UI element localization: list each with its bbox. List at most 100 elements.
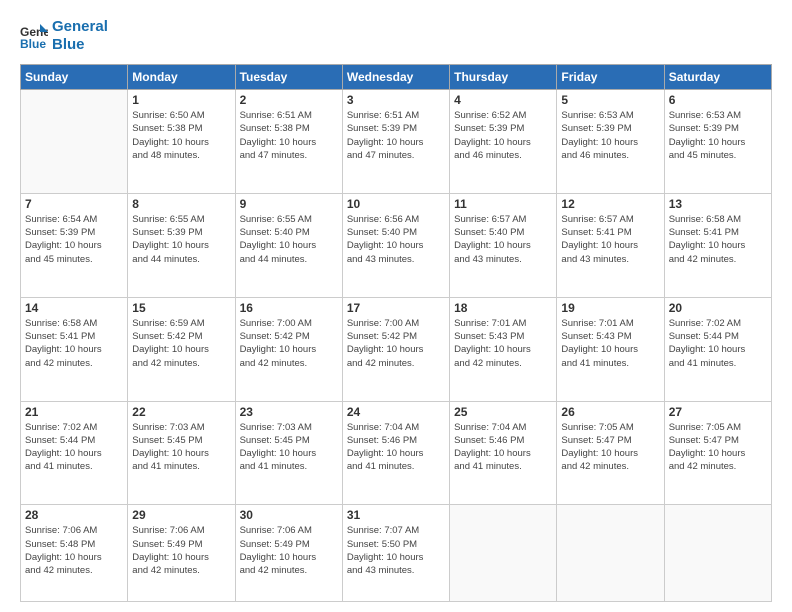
day-number: 3 — [347, 93, 445, 107]
day-info: Sunrise: 7:07 AM Sunset: 5:50 PM Dayligh… — [347, 524, 445, 577]
day-cell: 16Sunrise: 7:00 AM Sunset: 5:42 PM Dayli… — [235, 297, 342, 401]
day-number: 17 — [347, 301, 445, 315]
day-cell: 22 Sunrise: 7:03 AM Sunset: 5:45 PM Dayli… — [128, 401, 235, 505]
logo-text: GeneralBlue — [52, 18, 108, 54]
day-cell: 31 Sunrise: 7:07 AM Sunset: 5:50 PM Dayli… — [342, 505, 449, 602]
day-number: 15 — [132, 301, 230, 315]
day-cell: 2 Sunrise: 6:51 AM Sunset: 5:38 PM Daylig… — [235, 90, 342, 194]
day-cell: 13 Sunrise: 6:58 AM Sunset: 5:41 PM Dayli… — [664, 193, 771, 297]
day-number: 18 — [454, 301, 552, 315]
day-number: 2 — [240, 93, 338, 107]
day-number: 19 — [561, 301, 659, 315]
day-info: Sunrise: 7:03 AM Sunset: 5:45 PM Dayligh… — [132, 421, 230, 474]
day-info: Sunrise: 7:05 AM Sunset: 5:47 PM Dayligh… — [669, 421, 767, 474]
day-info: Sunrise: 7:06 AM Sunset: 5:48 PM Dayligh… — [25, 524, 123, 577]
day-number: 30 — [240, 508, 338, 522]
day-cell: 9 Sunrise: 6:55 AM Sunset: 5:40 PM Daylig… — [235, 193, 342, 297]
day-info: Sunrise: 6:51 AM Sunset: 5:39 PM Dayligh… — [347, 109, 445, 162]
day-number: 14 — [25, 301, 123, 315]
week-row-1: 1 Sunrise: 6:50 AM Sunset: 5:38 PM Daylig… — [21, 90, 772, 194]
day-info: Sunrise: 7:03 AM Sunset: 5:45 PM Dayligh… — [240, 421, 338, 474]
day-info: Sunrise: 6:58 AM Sunset: 5:41 PM Dayligh… — [669, 213, 767, 266]
day-cell: 1 Sunrise: 6:50 AM Sunset: 5:38 PM Daylig… — [128, 90, 235, 194]
day-number: 13 — [669, 197, 767, 211]
day-cell: 10 Sunrise: 6:56 AM Sunset: 5:40 PM Dayli… — [342, 193, 449, 297]
logo-icon: General Blue — [20, 22, 48, 50]
day-info: Sunrise: 6:51 AM Sunset: 5:38 PM Dayligh… — [240, 109, 338, 162]
day-info: Sunrise: 6:52 AM Sunset: 5:39 PM Dayligh… — [454, 109, 552, 162]
day-info: Sunrise: 6:50 AM Sunset: 5:38 PM Dayligh… — [132, 109, 230, 162]
day-number: 28 — [25, 508, 123, 522]
day-cell — [450, 505, 557, 602]
day-cell — [557, 505, 664, 602]
day-number: 27 — [669, 405, 767, 419]
weekday-header-sunday: Sunday — [21, 65, 128, 90]
day-number: 26 — [561, 405, 659, 419]
header: General Blue GeneralBlue — [20, 18, 772, 54]
day-number: 5 — [561, 93, 659, 107]
day-number: 31 — [347, 508, 445, 522]
day-cell: 15 Sunrise: 6:59 AM Sunset: 5:42 PM Dayli… — [128, 297, 235, 401]
day-cell: 5 Sunrise: 6:53 AM Sunset: 5:39 PM Daylig… — [557, 90, 664, 194]
day-cell: 20Sunrise: 7:02 AM Sunset: 5:44 PM Dayli… — [664, 297, 771, 401]
day-cell: 12Sunrise: 6:57 AM Sunset: 5:41 PM Dayli… — [557, 193, 664, 297]
day-number: 29 — [132, 508, 230, 522]
day-number: 24 — [347, 405, 445, 419]
day-info: Sunrise: 6:53 AM Sunset: 5:39 PM Dayligh… — [669, 109, 767, 162]
day-cell — [664, 505, 771, 602]
svg-text:Blue: Blue — [20, 37, 46, 50]
day-number: 7 — [25, 197, 123, 211]
day-info: Sunrise: 7:01 AM Sunset: 5:43 PM Dayligh… — [454, 317, 552, 370]
day-cell: 29 Sunrise: 7:06 AM Sunset: 5:49 PM Dayli… — [128, 505, 235, 602]
day-info: Sunrise: 7:04 AM Sunset: 5:46 PM Dayligh… — [454, 421, 552, 474]
day-info: Sunrise: 7:02 AM Sunset: 5:44 PM Dayligh… — [669, 317, 767, 370]
day-info: Sunrise: 6:58 AM Sunset: 5:41 PM Dayligh… — [25, 317, 123, 370]
day-cell: 8Sunrise: 6:55 AM Sunset: 5:39 PM Daylig… — [128, 193, 235, 297]
day-number: 6 — [669, 93, 767, 107]
day-info: Sunrise: 7:06 AM Sunset: 5:49 PM Dayligh… — [132, 524, 230, 577]
day-info: Sunrise: 6:57 AM Sunset: 5:40 PM Dayligh… — [454, 213, 552, 266]
day-cell: 25 Sunrise: 7:04 AM Sunset: 5:46 PM Dayli… — [450, 401, 557, 505]
day-number: 25 — [454, 405, 552, 419]
day-cell: 6 Sunrise: 6:53 AM Sunset: 5:39 PM Daylig… — [664, 90, 771, 194]
weekday-header-thursday: Thursday — [450, 65, 557, 90]
day-cell: 19Sunrise: 7:01 AM Sunset: 5:43 PM Dayli… — [557, 297, 664, 401]
day-number: 23 — [240, 405, 338, 419]
day-info: Sunrise: 7:02 AM Sunset: 5:44 PM Dayligh… — [25, 421, 123, 474]
day-info: Sunrise: 6:53 AM Sunset: 5:39 PM Dayligh… — [561, 109, 659, 162]
logo: General Blue GeneralBlue — [20, 18, 108, 54]
day-info: Sunrise: 6:55 AM Sunset: 5:40 PM Dayligh… — [240, 213, 338, 266]
weekday-header-saturday: Saturday — [664, 65, 771, 90]
day-info: Sunrise: 6:56 AM Sunset: 5:40 PM Dayligh… — [347, 213, 445, 266]
day-number: 1 — [132, 93, 230, 107]
day-cell: 7 Sunrise: 6:54 AM Sunset: 5:39 PM Daylig… — [21, 193, 128, 297]
day-cell: 11 Sunrise: 6:57 AM Sunset: 5:40 PM Dayli… — [450, 193, 557, 297]
day-number: 11 — [454, 197, 552, 211]
weekday-header-wednesday: Wednesday — [342, 65, 449, 90]
calendar-page: General Blue GeneralBlue SundayMondayTue… — [0, 0, 792, 612]
calendar-table: SundayMondayTuesdayWednesdayThursdayFrid… — [20, 64, 772, 602]
day-info: Sunrise: 6:59 AM Sunset: 5:42 PM Dayligh… — [132, 317, 230, 370]
day-number: 9 — [240, 197, 338, 211]
day-info: Sunrise: 7:00 AM Sunset: 5:42 PM Dayligh… — [347, 317, 445, 370]
day-cell — [21, 90, 128, 194]
day-cell: 27 Sunrise: 7:05 AM Sunset: 5:47 PM Dayli… — [664, 401, 771, 505]
day-info: Sunrise: 6:57 AM Sunset: 5:41 PM Dayligh… — [561, 213, 659, 266]
day-info: Sunrise: 6:54 AM Sunset: 5:39 PM Dayligh… — [25, 213, 123, 266]
day-cell: 30Sunrise: 7:06 AM Sunset: 5:49 PM Dayli… — [235, 505, 342, 602]
day-number: 21 — [25, 405, 123, 419]
day-info: Sunrise: 7:05 AM Sunset: 5:47 PM Dayligh… — [561, 421, 659, 474]
weekday-header-friday: Friday — [557, 65, 664, 90]
week-row-4: 21 Sunrise: 7:02 AM Sunset: 5:44 PM Dayli… — [21, 401, 772, 505]
day-cell: 23 Sunrise: 7:03 AM Sunset: 5:45 PM Dayli… — [235, 401, 342, 505]
day-number: 16 — [240, 301, 338, 315]
day-cell: 28 Sunrise: 7:06 AM Sunset: 5:48 PM Dayli… — [21, 505, 128, 602]
day-cell: 26 Sunrise: 7:05 AM Sunset: 5:47 PM Dayli… — [557, 401, 664, 505]
weekday-header-monday: Monday — [128, 65, 235, 90]
day-cell: 4 Sunrise: 6:52 AM Sunset: 5:39 PM Daylig… — [450, 90, 557, 194]
day-number: 4 — [454, 93, 552, 107]
day-cell: 24Sunrise: 7:04 AM Sunset: 5:46 PM Dayli… — [342, 401, 449, 505]
day-number: 22 — [132, 405, 230, 419]
day-number: 10 — [347, 197, 445, 211]
week-row-2: 7 Sunrise: 6:54 AM Sunset: 5:39 PM Daylig… — [21, 193, 772, 297]
